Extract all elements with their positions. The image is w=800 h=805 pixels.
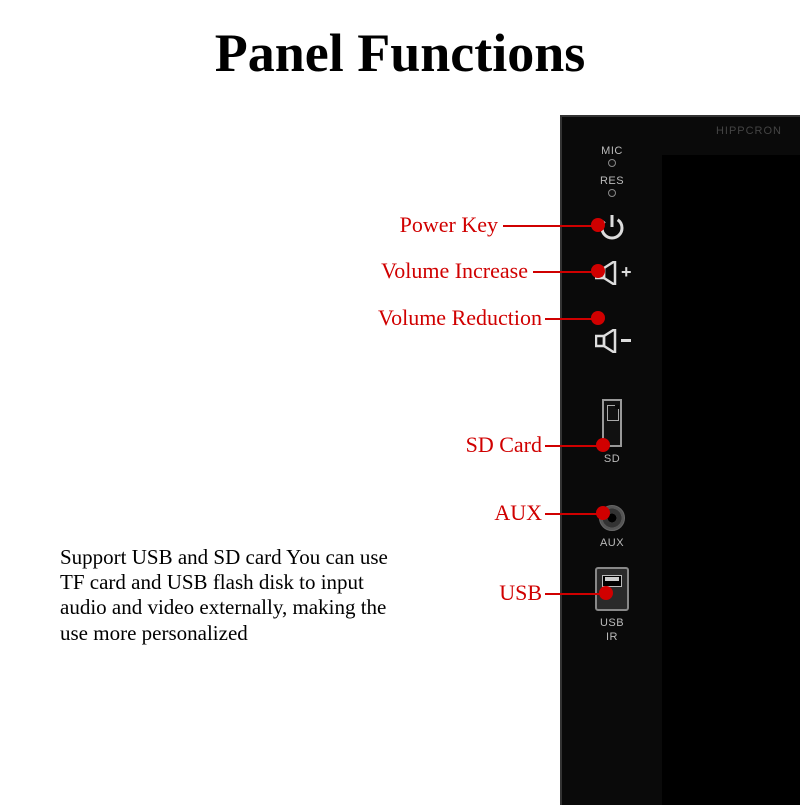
leader-vol-down xyxy=(545,318,595,320)
dot-vol-up xyxy=(591,264,605,278)
leader-sd xyxy=(545,445,600,447)
dot-vol-down xyxy=(591,311,605,325)
mic-pinhole xyxy=(608,159,616,167)
aux-label: AUX xyxy=(562,537,662,549)
dot-sd xyxy=(596,438,610,452)
button-column: MIC RES + xyxy=(562,117,662,805)
callout-vol-up: Volume Increase xyxy=(381,258,528,284)
res-label: RES xyxy=(562,175,662,187)
leader-aux xyxy=(545,513,600,515)
dot-aux xyxy=(596,506,610,520)
sd-label: SD xyxy=(562,453,662,465)
leader-power xyxy=(503,225,595,227)
volume-down-icon[interactable] xyxy=(595,329,629,351)
callout-aux: AUX xyxy=(494,500,542,526)
dot-usb xyxy=(599,586,613,600)
ir-label: IR xyxy=(562,631,662,643)
dot-power xyxy=(591,218,605,232)
callout-usb: USB xyxy=(499,580,542,606)
screen-area xyxy=(662,155,800,805)
page-title: Panel Functions xyxy=(0,0,800,84)
usb-label: USB xyxy=(562,617,662,629)
svg-text:+: + xyxy=(621,262,632,282)
callout-power: Power Key xyxy=(400,212,498,238)
brand-label: HIPPCRON xyxy=(716,125,782,137)
leader-vol-up xyxy=(533,271,595,273)
mic-label: MIC xyxy=(562,145,662,157)
description-text: Support USB and SD card You can use TF c… xyxy=(60,545,400,646)
callout-sd: SD Card xyxy=(466,432,542,458)
leader-usb xyxy=(545,593,603,595)
callout-vol-down: Volume Reduction xyxy=(378,305,542,331)
res-pinhole xyxy=(608,189,616,197)
